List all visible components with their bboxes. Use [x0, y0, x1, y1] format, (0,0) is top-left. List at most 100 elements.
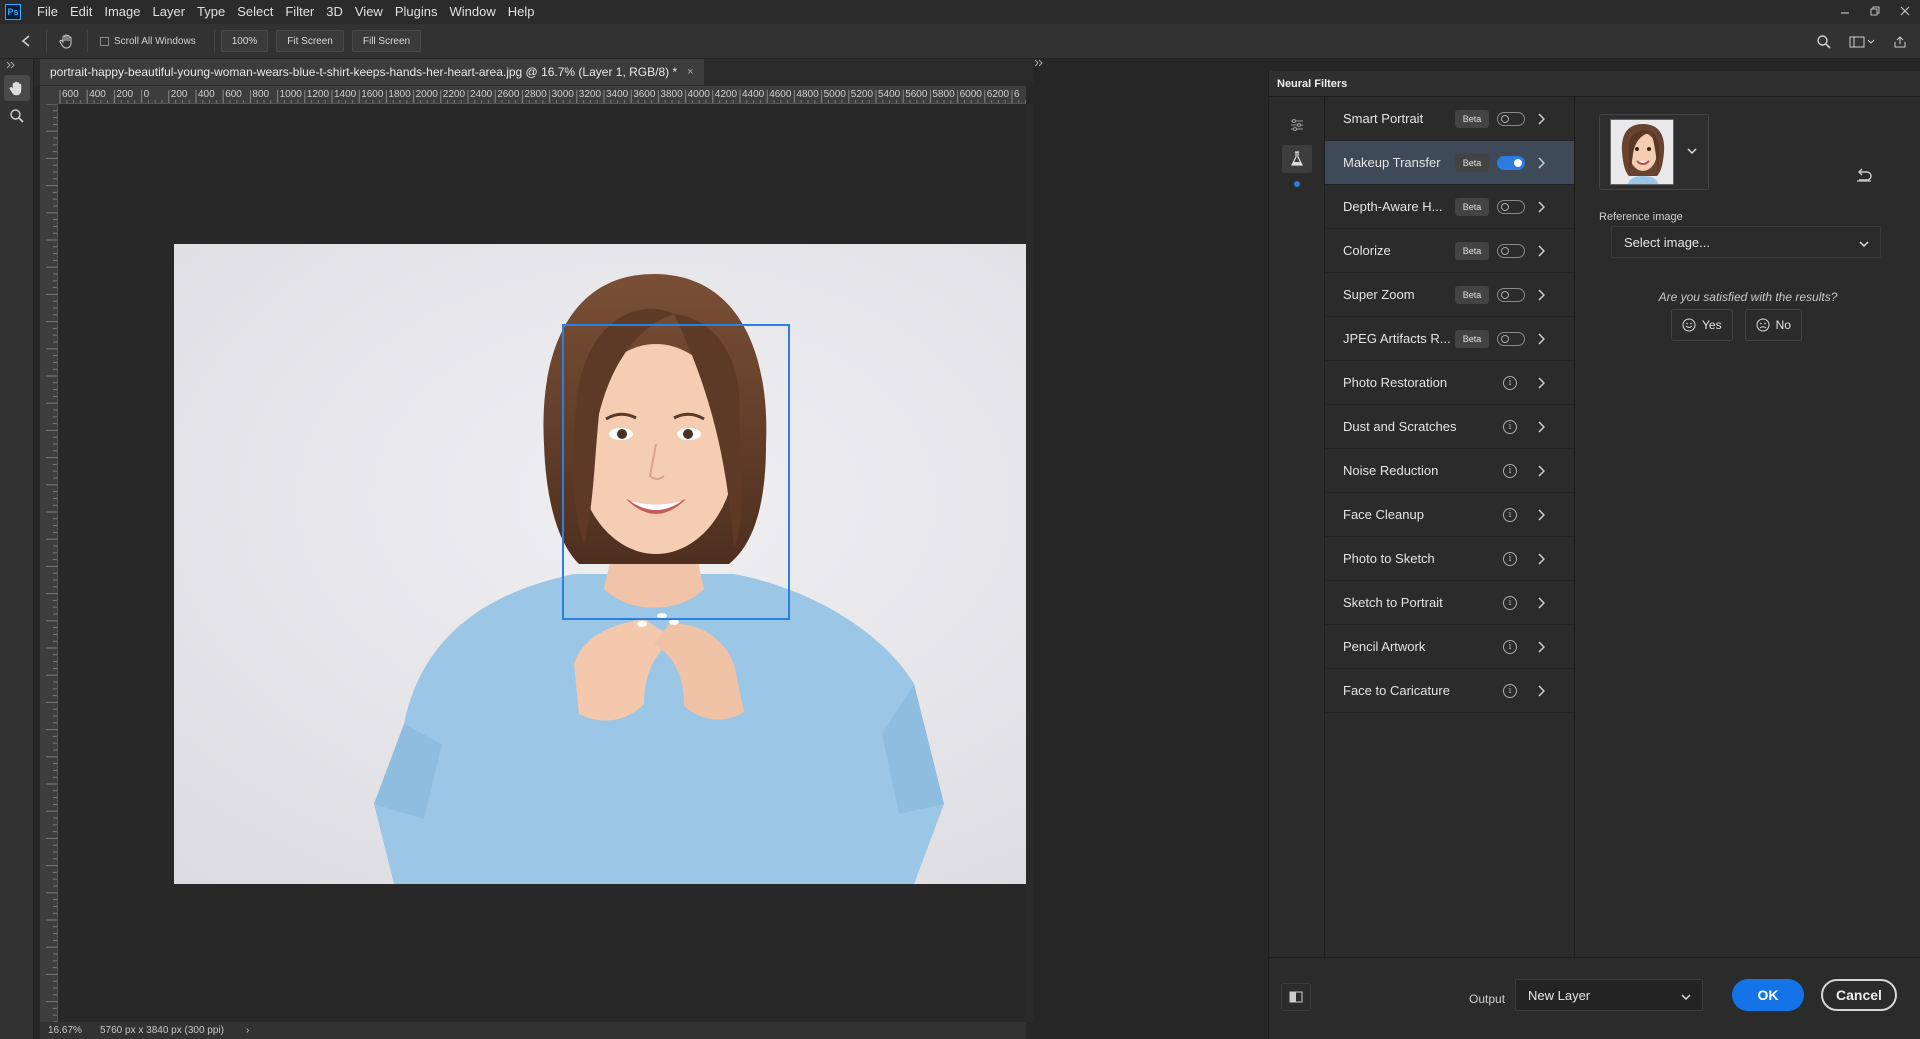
- chevron-down-icon[interactable]: [1686, 143, 1698, 161]
- filter-row[interactable]: Super Zoom Beta: [1325, 273, 1574, 317]
- filter-name: Pencil Artwork: [1343, 639, 1426, 654]
- filter-row[interactable]: Face to Caricature i: [1325, 669, 1574, 713]
- chevron-right-icon[interactable]: [1535, 156, 1547, 169]
- fit-screen-button[interactable]: Fit Screen: [276, 30, 344, 52]
- filter-name: Noise Reduction: [1343, 463, 1439, 478]
- panel-gutter: [1034, 59, 1268, 1039]
- filter-toggle[interactable]: [1497, 287, 1525, 302]
- filter-category-sidebar: [1269, 97, 1325, 957]
- menu-3d[interactable]: 3D: [320, 0, 349, 24]
- filter-name: Photo to Sketch: [1343, 551, 1435, 566]
- feedback-yes-button[interactable]: Yes: [1671, 309, 1733, 341]
- filter-row[interactable]: Photo Restoration i: [1325, 361, 1574, 405]
- workspace-icon[interactable]: [1844, 28, 1880, 56]
- document-canvas[interactable]: [58, 104, 1134, 1022]
- menu-select[interactable]: Select: [231, 0, 279, 24]
- cancel-button[interactable]: Cancel: [1821, 979, 1897, 1011]
- ruler-label: 4400: [742, 89, 765, 100]
- ruler-label: 3000: [552, 89, 575, 100]
- back-arrow-icon[interactable]: [12, 27, 40, 55]
- restore-icon[interactable]: [1860, 0, 1890, 22]
- document-tab[interactable]: portrait-happy-beautiful-young-woman-wea…: [40, 59, 704, 85]
- feedback-no-button[interactable]: No: [1744, 309, 1802, 341]
- scroll-all-windows-option[interactable]: Scroll All Windows: [100, 36, 196, 47]
- filter-row[interactable]: Dust and Scratches i: [1325, 405, 1574, 449]
- chevron-right-icon[interactable]: [1535, 332, 1547, 345]
- menu-filter[interactable]: Filter: [279, 0, 320, 24]
- chevron-right-icon[interactable]: [1535, 244, 1547, 257]
- info-icon[interactable]: i: [1503, 375, 1517, 390]
- detected-face-box[interactable]: [562, 324, 790, 620]
- info-icon[interactable]: i: [1503, 507, 1517, 522]
- info-icon[interactable]: i: [1503, 463, 1517, 478]
- chevron-right-icon[interactable]: [1535, 112, 1547, 125]
- chevron-right-icon[interactable]: [1535, 200, 1547, 213]
- filter-row[interactable]: Makeup Transfer Beta: [1325, 141, 1574, 185]
- vertical-scrollbar[interactable]: [1026, 104, 1034, 1022]
- beta-filters-flask-icon[interactable]: [1281, 145, 1312, 173]
- info-icon[interactable]: i: [1503, 639, 1517, 654]
- menu-edit[interactable]: Edit: [64, 0, 98, 24]
- reference-image-dropdown[interactable]: Select image...: [1611, 226, 1881, 258]
- chevron-right-icon[interactable]: [1535, 596, 1547, 609]
- menu-plugins[interactable]: Plugins: [389, 0, 444, 24]
- filter-row[interactable]: Face Cleanup i: [1325, 493, 1574, 537]
- menu-layer[interactable]: Layer: [147, 0, 192, 24]
- close-tab-icon[interactable]: ×: [687, 66, 693, 78]
- beta-badge: Beta: [1455, 329, 1489, 348]
- info-icon[interactable]: i: [1503, 551, 1517, 566]
- filter-row[interactable]: Sketch to Portrait i: [1325, 581, 1574, 625]
- menu-help[interactable]: Help: [502, 0, 541, 24]
- chevron-right-icon[interactable]: [1535, 464, 1547, 477]
- filter-row[interactable]: Smart Portrait Beta: [1325, 97, 1574, 141]
- filter-toggle[interactable]: [1497, 111, 1525, 126]
- compare-icon: [1289, 991, 1303, 1003]
- chevron-right-icon[interactable]: [1535, 508, 1547, 521]
- share-icon[interactable]: [1886, 28, 1914, 56]
- zoom-tool-button[interactable]: [4, 103, 30, 129]
- chevron-right-icon[interactable]: [1535, 420, 1547, 433]
- menu-file[interactable]: File: [31, 0, 64, 24]
- all-filters-icon[interactable]: [1282, 111, 1312, 139]
- zoom-level[interactable]: 16.67%: [48, 1025, 94, 1036]
- collapse-panels-icon[interactable]: [1034, 59, 1044, 71]
- info-icon[interactable]: i: [1503, 683, 1517, 698]
- chevron-right-icon[interactable]: [1535, 288, 1547, 301]
- scroll-all-windows-checkbox[interactable]: [100, 36, 109, 46]
- compare-before-after-button[interactable]: [1281, 983, 1311, 1011]
- filter-toggle[interactable]: [1497, 155, 1525, 170]
- menu-image[interactable]: Image: [98, 0, 146, 24]
- info-icon[interactable]: i: [1503, 595, 1517, 610]
- zoom-100-button[interactable]: 100%: [220, 30, 269, 52]
- filter-toggle[interactable]: [1497, 243, 1525, 258]
- chevron-right-icon[interactable]: [1535, 684, 1547, 697]
- filter-row[interactable]: Depth-Aware H... Beta: [1325, 185, 1574, 229]
- close-icon[interactable]: [1890, 0, 1920, 22]
- menu-window[interactable]: Window: [443, 0, 501, 24]
- status-menu-arrow[interactable]: ›: [246, 1025, 249, 1036]
- search-icon[interactable]: [1810, 28, 1838, 56]
- filter-row[interactable]: Noise Reduction i: [1325, 449, 1574, 493]
- filter-toggle[interactable]: [1497, 331, 1525, 346]
- menu-type[interactable]: Type: [191, 0, 231, 24]
- hand-tool-icon[interactable]: [53, 27, 81, 55]
- info-icon[interactable]: i: [1503, 419, 1517, 434]
- reset-icon[interactable]: [1855, 167, 1873, 188]
- collapse-toolbar-icon[interactable]: [0, 59, 33, 73]
- filter-toggle[interactable]: [1497, 199, 1525, 214]
- filter-row[interactable]: Photo to Sketch i: [1325, 537, 1574, 581]
- filter-row[interactable]: Colorize Beta: [1325, 229, 1574, 273]
- scroll-all-windows-label: Scroll All Windows: [114, 35, 196, 47]
- ok-button[interactable]: OK: [1732, 979, 1804, 1011]
- filter-row[interactable]: Pencil Artwork i: [1325, 625, 1574, 669]
- hand-tool-button[interactable]: [4, 75, 30, 101]
- fill-screen-button[interactable]: Fill Screen: [351, 30, 422, 52]
- filter-row[interactable]: JPEG Artifacts R... Beta: [1325, 317, 1574, 361]
- chevron-right-icon[interactable]: [1535, 552, 1547, 565]
- target-face-selector[interactable]: [1599, 114, 1709, 190]
- menu-view[interactable]: View: [349, 0, 389, 24]
- chevron-right-icon[interactable]: [1535, 640, 1547, 653]
- output-dropdown[interactable]: New Layer: [1515, 979, 1703, 1011]
- minimize-icon[interactable]: [1830, 0, 1860, 22]
- chevron-right-icon[interactable]: [1535, 376, 1547, 389]
